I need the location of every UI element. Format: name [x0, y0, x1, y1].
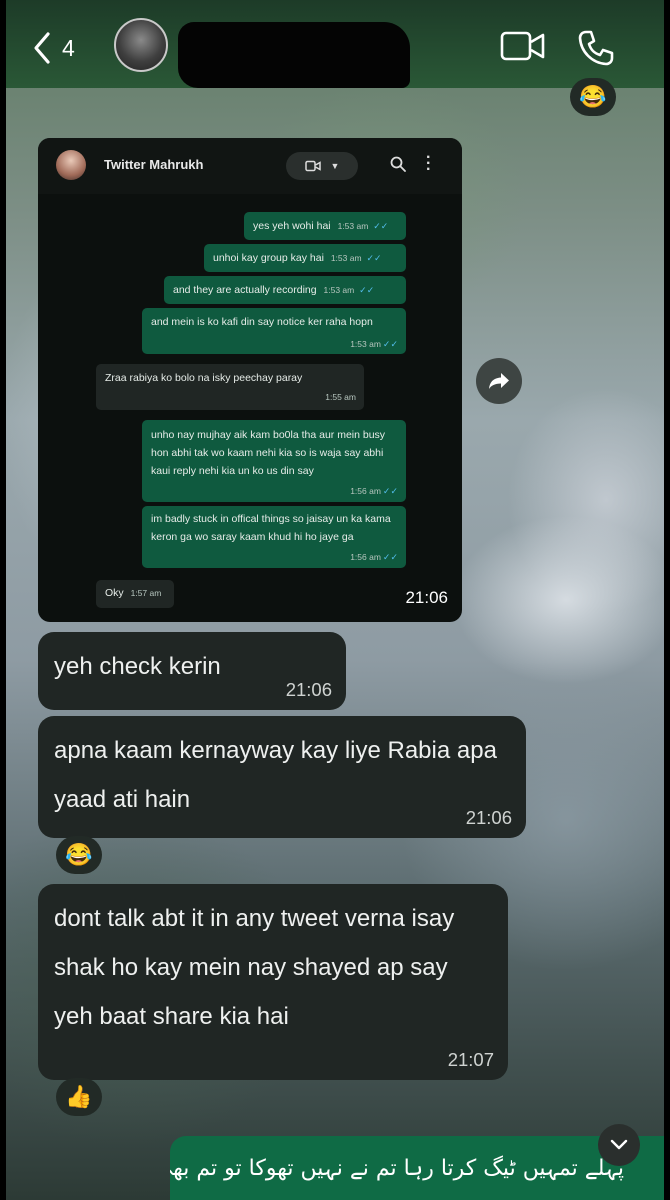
embedded-message-text: Zraa rabiya ko bolo na isky peechay para… [105, 372, 303, 384]
laugh-reaction[interactable]: 😂 [570, 78, 616, 116]
embedded-message: unho nay mujhay aik kam bo0la tha aur me… [142, 420, 406, 502]
embedded-contact-name: Twitter Mahrukh [104, 157, 204, 172]
embedded-message: Zraa rabiya ko bolo na isky peechay para… [96, 364, 364, 410]
message-time: 21:06 [285, 679, 332, 700]
outgoing-message-bubble[interactable]: پہلے تمہیں ٹیگ کرتا رہا تم نے نہیں تھوکا… [170, 1136, 664, 1200]
chat-screen: 4 😂 Twitter Mahrukh ▼ · · · yes yeh wohi… [6, 0, 664, 1200]
read-receipt-icon: ✓✓ [359, 285, 375, 295]
embedded-message-text: unho nay mujhay aik kam bo0la tha aur me… [151, 429, 386, 477]
caret-down-icon: ▼ [330, 161, 340, 171]
message-bubble[interactable]: apna kaam kernayway kay liye Rabia apa y… [38, 716, 526, 838]
voice-call-button[interactable] [576, 28, 616, 73]
embedded-video-button: ▼ [286, 152, 358, 180]
read-receipt-icon: ✓✓ [373, 221, 389, 231]
embedded-message: and mein is ko kafi din say notice ker r… [142, 308, 406, 354]
thumbs-up-reaction[interactable]: 👍 [56, 1078, 102, 1116]
message-text: dont talk abt it in any tweet verna isay… [54, 905, 455, 1030]
embedded-message-time: 1:53 am [323, 285, 355, 295]
back-button[interactable]: 4 [32, 28, 94, 68]
video-camera-icon [304, 160, 321, 172]
laugh-reaction[interactable]: 😂 [56, 836, 102, 874]
search-icon [390, 156, 406, 172]
message-time: 21:06 [465, 807, 512, 828]
chat-header: 4 [6, 0, 664, 88]
embedded-message: im badly stuck in offical things so jais… [142, 506, 406, 568]
embedded-message: yes yeh wohi hai 1:53 am ✓✓ [244, 212, 406, 240]
read-receipt-icon: ✓✓ [382, 486, 398, 496]
phone-icon [578, 30, 614, 66]
forward-button[interactable] [476, 358, 522, 404]
embedded-message-text: and mein is ko kafi din say notice ker r… [151, 316, 373, 328]
embedded-message-text: im badly stuck in offical things so jais… [151, 513, 391, 543]
embedded-message-time: 1:53 am ✓✓ [350, 339, 398, 349]
chevron-left-icon [34, 32, 50, 64]
video-call-button[interactable] [500, 30, 546, 67]
embedded-message-time: 1:53 am [337, 221, 369, 231]
embedded-message-time: 1:55 am [325, 392, 356, 402]
scroll-to-bottom-button[interactable] [598, 1124, 640, 1166]
embedded-search-button [390, 156, 406, 177]
laugh-emoji-icon: 😂 [579, 84, 607, 109]
message-bubble[interactable]: yeh check kerin 21:06 [38, 632, 346, 710]
redacted-contact-name[interactable] [178, 22, 410, 88]
laugh-emoji-icon: 😂 [65, 842, 93, 867]
video-camera-icon [500, 31, 545, 61]
embedded-chat-header: Twitter Mahrukh ▼ · · · [38, 138, 462, 194]
embedded-message-text: Oky [105, 587, 124, 599]
shared-screenshot-image[interactable]: Twitter Mahrukh ▼ · · · yes yeh wohi hai 1… [38, 138, 462, 622]
unread-count: 4 [62, 34, 75, 61]
more-vertical-icon: · · · [426, 149, 432, 178]
embedded-message-time: 1:56 am ✓✓ [350, 486, 398, 496]
embedded-message-text: yes yeh wohi hai [253, 220, 331, 232]
image-timestamp: 21:06 [405, 588, 448, 607]
embedded-message-text: unhoi kay group kay hai [213, 252, 324, 264]
forward-arrow-icon [489, 373, 509, 389]
message-text: apna kaam kernayway kay liye Rabia apa y… [54, 737, 497, 813]
read-receipt-icon: ✓✓ [382, 552, 398, 562]
thumbs-up-emoji-icon: 👍 [65, 1084, 93, 1109]
embedded-message-time: 1:57 am [130, 588, 162, 598]
read-receipt-icon: ✓✓ [366, 253, 382, 263]
embedded-message: Oky 1:57 am [96, 580, 174, 608]
contact-avatar[interactable] [114, 18, 168, 72]
embedded-message-time: 1:56 am ✓✓ [350, 552, 398, 562]
chevron-down-icon [610, 1139, 628, 1150]
message-bubble[interactable]: dont talk abt it in any tweet verna isay… [38, 884, 508, 1080]
embedded-avatar [56, 150, 86, 180]
message-time: 21:07 [447, 1049, 494, 1070]
message-text: yeh check kerin [54, 653, 221, 680]
embedded-message: and they are actually recording 1:53 am … [164, 276, 406, 304]
read-receipt-icon: ✓✓ [382, 339, 398, 349]
embedded-message-time: 1:53 am [330, 253, 362, 263]
message-text: پہلے تمہیں ٹیگ کرتا رہا تم نے نہیں تھوکا… [170, 1156, 624, 1181]
embedded-message-text: and they are actually recording [173, 284, 317, 296]
embedded-message: unhoi kay group kay hai 1:53 am ✓✓ [204, 244, 406, 272]
